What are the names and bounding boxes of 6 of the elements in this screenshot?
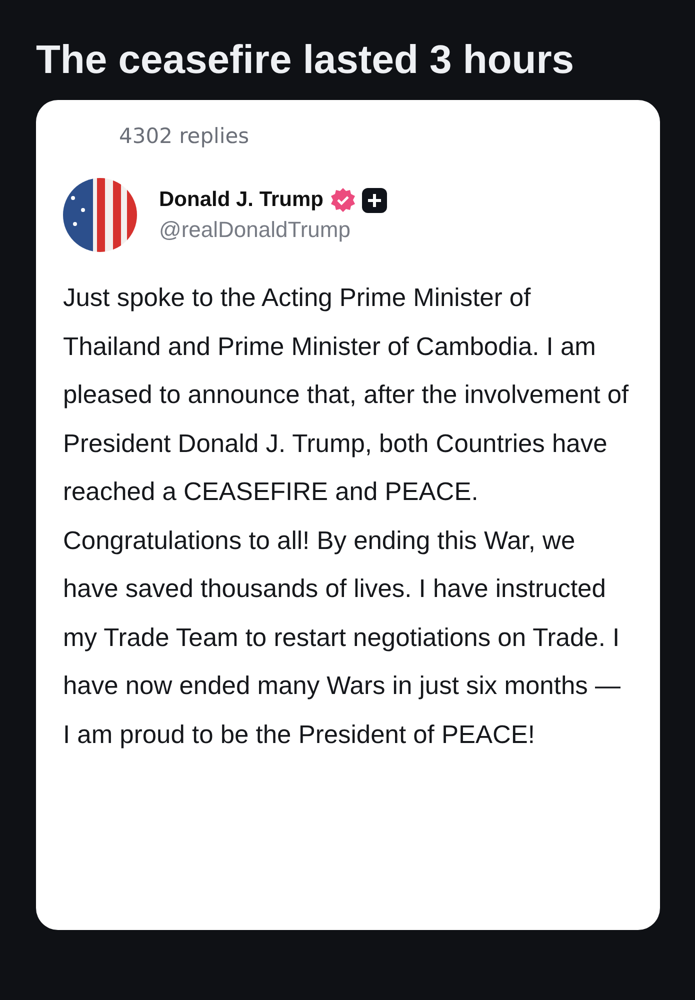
headline: The ceasefire lasted 3 hours bbox=[36, 37, 576, 84]
plus-icon bbox=[362, 188, 387, 212]
reply-count: 4302 replies bbox=[119, 124, 250, 148]
post-text: Just spoke to the Acting Prime Minister of Thailand and Prime Minister of Cambodia. I am pleased to announce that, after the involvement of President Donald J. Trump, both Countries have reached a CEASEFIRE and PEACE. Congratulations to all! By ending this War, we have saved thousands of lives. I have instructed my Trade Team to restart negotiations on Trade. I have now ended many Wars in just six months — I am proud to be the President of PEACE! bbox=[63, 283, 630, 750]
author-name: Donald J. Trump bbox=[159, 188, 324, 212]
author-handle: @realDonaldTrump bbox=[159, 217, 352, 243]
